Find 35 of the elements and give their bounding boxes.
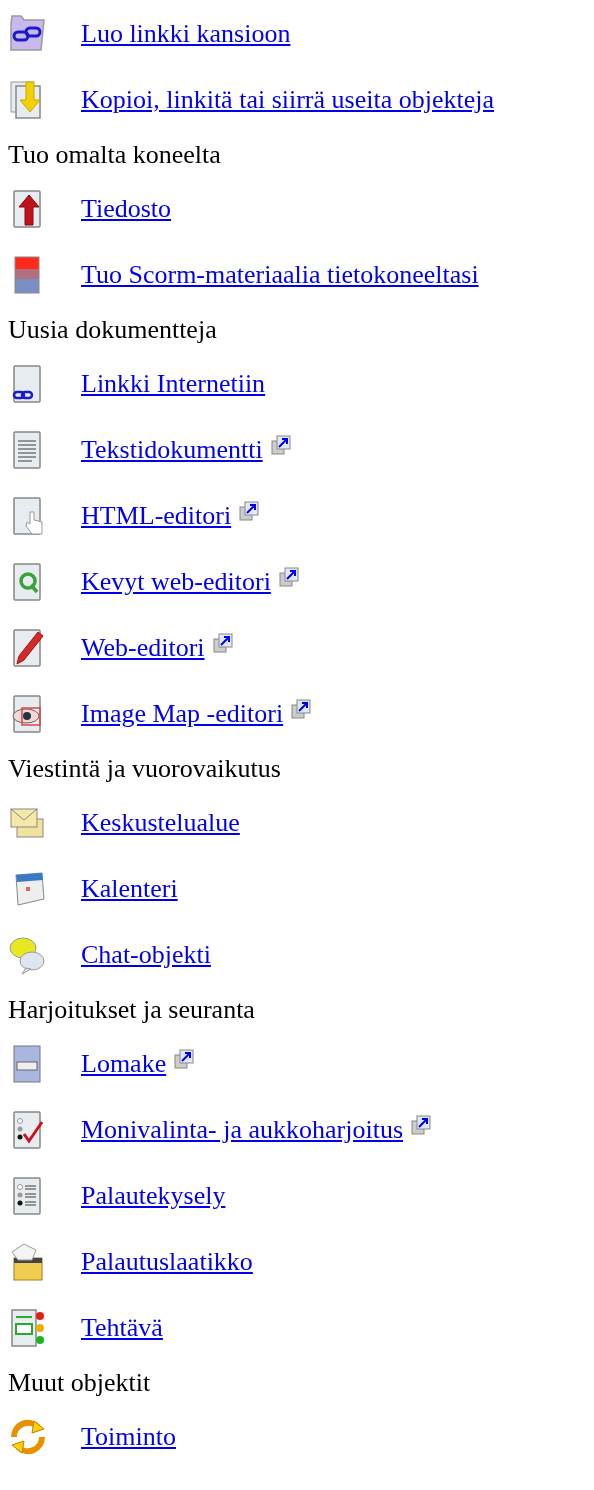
- external-window-icon[interactable]: [212, 633, 233, 653]
- menu-link[interactable]: Toiminto: [81, 1422, 176, 1452]
- external-window-icon[interactable]: [239, 501, 260, 521]
- circular-arrows-icon: [8, 1417, 46, 1457]
- menu-link[interactable]: Chat-objekti: [81, 940, 211, 970]
- menu-link[interactable]: Tuo Scorm-materiaalia tietokoneeltasi: [81, 260, 479, 290]
- menu-link[interactable]: Palautekysely: [81, 1181, 226, 1211]
- section-heading: Harjoitukset ja seuranta: [7, 994, 256, 1026]
- menu-link[interactable]: Luo linkki kansioon: [81, 19, 291, 49]
- section-heading: Uusia dokumentteja: [7, 314, 218, 346]
- menu-link[interactable]: Image Map -editori: [81, 699, 284, 729]
- menu-link[interactable]: Kevyt web-editori: [81, 567, 271, 597]
- external-window-icon[interactable]: [291, 699, 312, 719]
- menu-link[interactable]: Palautuslaatikko: [81, 1247, 253, 1277]
- menu-link[interactable]: Keskustelualue: [81, 808, 240, 838]
- menu-link[interactable]: Kalenteri: [81, 874, 178, 904]
- section-heading: Muut objektit: [7, 1367, 152, 1399]
- external-window-icon[interactable]: [270, 435, 291, 455]
- task-icon: [8, 1308, 46, 1348]
- external-window-icon[interactable]: [411, 1115, 432, 1135]
- menu-link[interactable]: Monivalinta- ja aukkoharjoitus: [81, 1115, 404, 1145]
- menu-link[interactable]: Tekstidokumentti: [81, 435, 263, 465]
- menu-link[interactable]: Kopioi, linkitä tai siirrä useita objekteja: [81, 85, 494, 115]
- external-window-icon[interactable]: [174, 1049, 195, 1069]
- menu-link[interactable]: Tiedosto: [81, 194, 172, 224]
- menu-link[interactable]: Lomake: [81, 1049, 167, 1079]
- speech-bubbles-icon: [8, 935, 46, 975]
- section-heading: Tuo omalta koneelta: [7, 139, 222, 171]
- menu-link[interactable]: Web-editori: [81, 633, 205, 663]
- folder-link-icon: [8, 14, 46, 54]
- menu-link[interactable]: HTML-editori: [81, 501, 232, 531]
- section-heading: Viestintä ja vuorovaikutus: [7, 753, 282, 785]
- menu-link[interactable]: Tehtävä: [81, 1313, 163, 1343]
- external-window-icon[interactable]: [278, 567, 299, 587]
- menu-link[interactable]: Linkki Internetiin: [81, 369, 266, 399]
